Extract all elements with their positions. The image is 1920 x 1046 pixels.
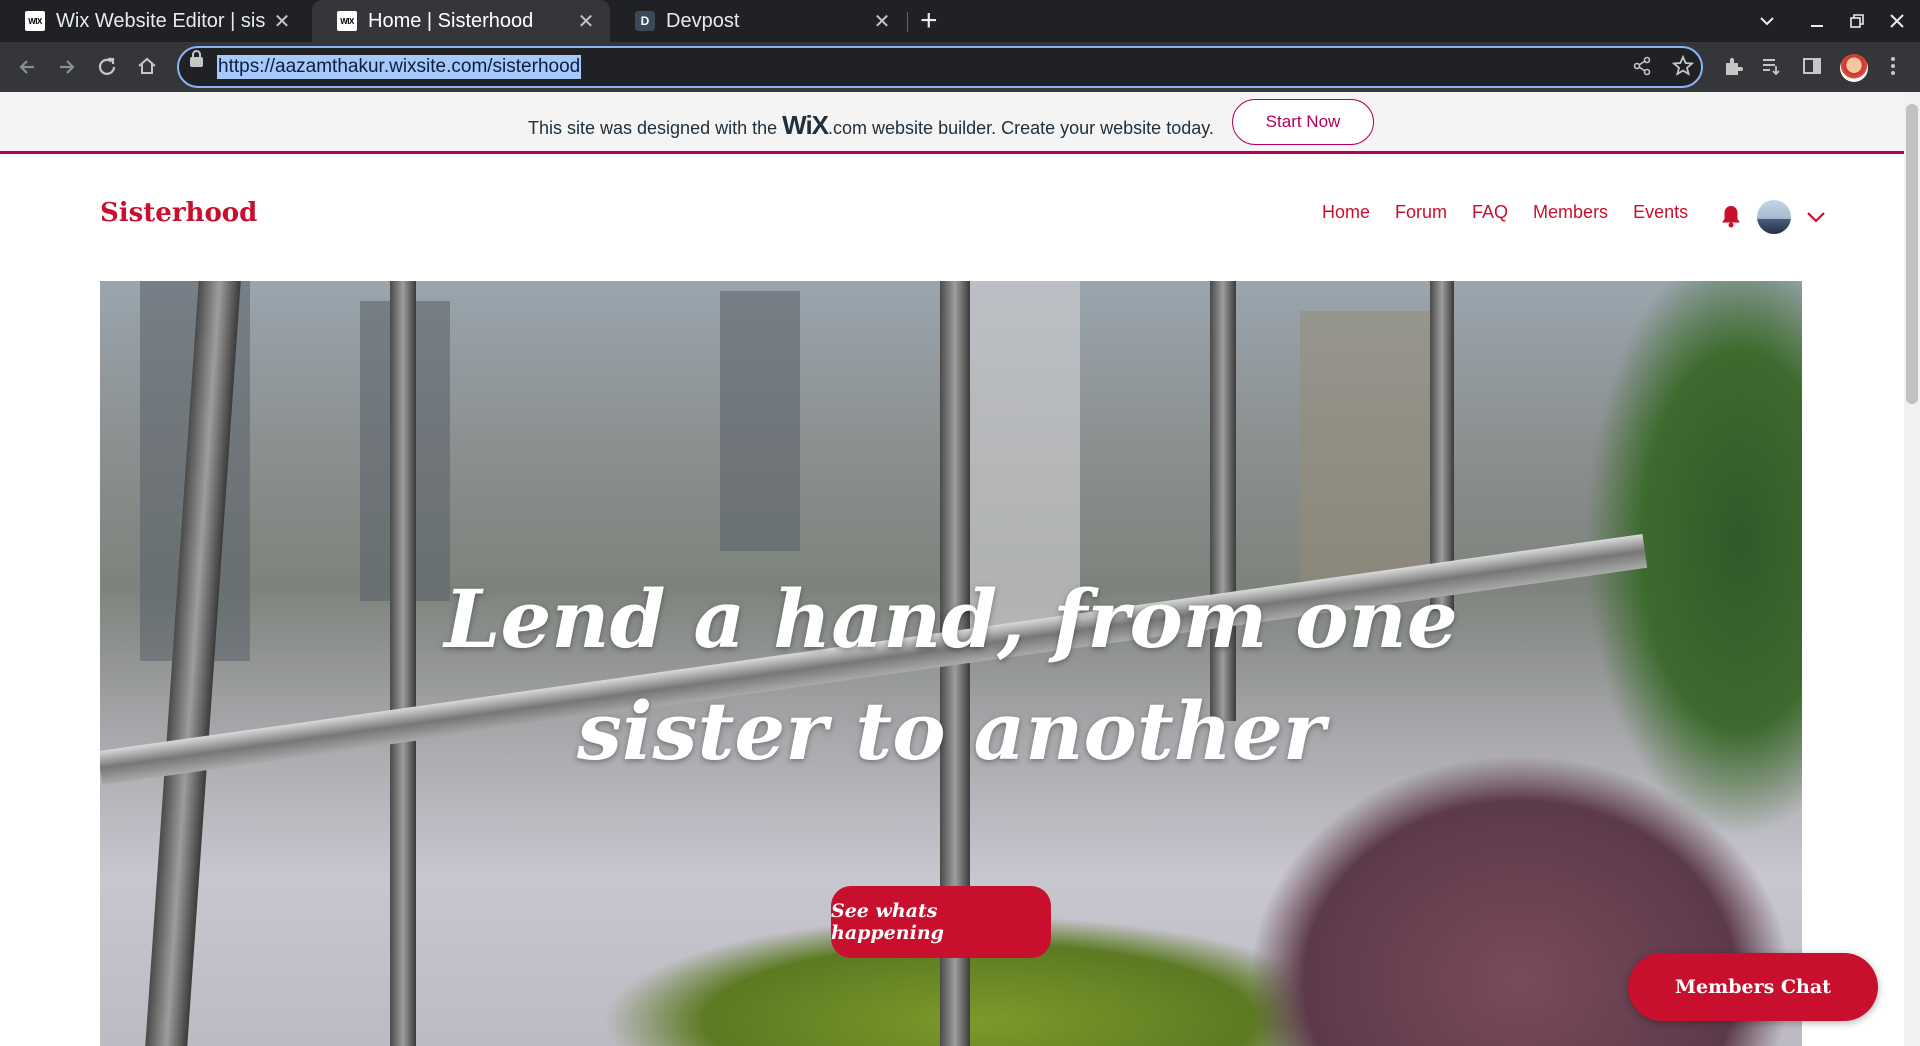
tab-title: Wix Website Editor | sis: [56, 9, 266, 32]
hero-content: Lend a hand, from one sister to another …: [100, 281, 1802, 1046]
restore-icon[interactable]: [1848, 12, 1866, 30]
start-now-button[interactable]: Start Now: [1232, 99, 1374, 145]
side-panel-icon[interactable]: [1801, 55, 1823, 77]
site-menu: Home Forum FAQ Members Events: [1322, 202, 1713, 223]
reload-icon[interactable]: [96, 56, 118, 78]
minimize-icon[interactable]: [1808, 12, 1826, 30]
devpost-icon: D: [635, 11, 655, 31]
close-icon[interactable]: ✕: [270, 9, 294, 34]
tab-title: Home | Sisterhood: [368, 9, 534, 32]
close-window-icon[interactable]: [1888, 12, 1906, 30]
tab-search-icon[interactable]: [1758, 12, 1776, 30]
new-tab-button[interactable]: +: [920, 4, 938, 38]
tab-separator: [907, 12, 908, 32]
tab-title: Devpost: [666, 9, 740, 32]
lock-icon[interactable]: [190, 50, 203, 67]
menu-item-faq[interactable]: FAQ: [1472, 202, 1508, 223]
menu-item-members[interactable]: Members: [1533, 202, 1608, 223]
menu-item-events[interactable]: Events: [1633, 202, 1688, 223]
bell-icon[interactable]: [1720, 204, 1742, 228]
reading-list-icon[interactable]: [1760, 55, 1782, 77]
forward-icon[interactable]: [56, 56, 78, 78]
banner-text-after: .com website builder. Create your websit…: [828, 118, 1214, 138]
close-icon[interactable]: ✕: [574, 9, 598, 34]
profile-avatar[interactable]: [1840, 54, 1868, 82]
member-avatar[interactable]: [1757, 200, 1791, 234]
tab-devpost[interactable]: D Devpost ✕: [610, 0, 906, 42]
menu-item-home[interactable]: Home: [1322, 202, 1370, 223]
home-icon[interactable]: [136, 55, 158, 77]
wix-icon: WIX: [337, 11, 357, 31]
see-whats-happening-button[interactable]: See whats happening: [831, 886, 1051, 958]
members-chat-button[interactable]: Members Chat: [1628, 953, 1878, 1021]
wix-logo: WiX: [782, 110, 829, 140]
wix-icon: WIX: [25, 11, 45, 31]
bookmark-star-icon[interactable]: [1672, 55, 1694, 77]
tab-wix-editor[interactable]: WIX Wix Website Editor | sis ✕: [0, 0, 306, 42]
banner-text-before: This site was designed with the: [528, 118, 783, 138]
wix-banner-text: This site was designed with the WiX.com …: [528, 110, 1214, 141]
chevron-down-icon[interactable]: [1805, 206, 1827, 228]
menu-item-forum[interactable]: Forum: [1395, 202, 1447, 223]
back-icon[interactable]: [16, 56, 38, 78]
close-icon[interactable]: ✕: [870, 9, 894, 34]
extensions-icon[interactable]: [1722, 55, 1744, 77]
scrollbar-thumb[interactable]: [1906, 104, 1918, 404]
hero-title-line2: sister to another: [576, 684, 1325, 778]
url-text[interactable]: https://aazamthakur.wixsite.com/sisterho…: [217, 55, 582, 79]
share-icon[interactable]: [1632, 56, 1652, 76]
hero-title-line1: Lend a hand, from one: [444, 572, 1458, 666]
hero-title: Lend a hand, from one sister to another: [100, 563, 1802, 787]
kebab-menu-icon[interactable]: [1882, 55, 1904, 77]
site-logo[interactable]: Sisterhood: [100, 198, 257, 228]
tab-home-sisterhood[interactable]: WIX Home | Sisterhood ✕: [312, 0, 610, 42]
